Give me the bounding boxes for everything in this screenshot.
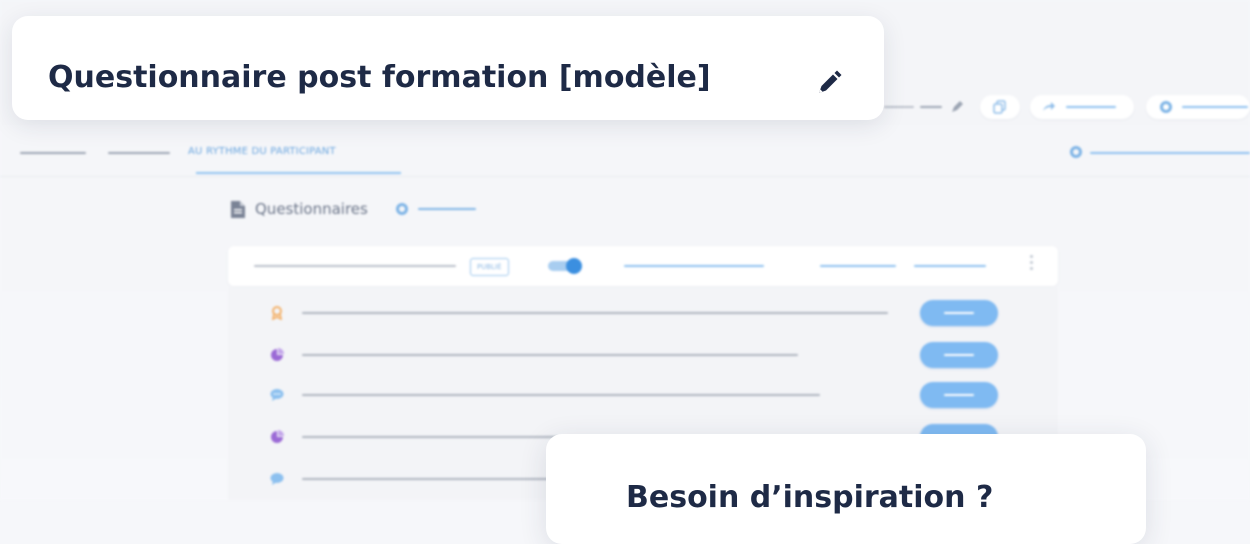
- placeholder-line: [302, 478, 562, 480]
- pencil-icon[interactable]: [950, 98, 964, 114]
- share-button[interactable]: [1030, 95, 1134, 119]
- award-icon: [271, 306, 283, 320]
- active-tab-indicator: [196, 172, 401, 174]
- list-item[interactable]: [262, 380, 1022, 410]
- status-badge: PUBLIÉ: [470, 258, 509, 276]
- list-item[interactable]: [262, 340, 1022, 370]
- placeholder-line[interactable]: [624, 265, 764, 267]
- copy-icon: [993, 100, 1006, 114]
- copy-button[interactable]: [980, 95, 1020, 119]
- placeholder-line: [884, 106, 914, 108]
- section-title: Questionnaires: [255, 200, 368, 218]
- publish-toggle[interactable]: [548, 258, 582, 274]
- inspiration-callout-card[interactable]: Besoin d’inspiration ?: [546, 434, 1146, 544]
- document-icon: [231, 200, 245, 218]
- placeholder-line[interactable]: [914, 265, 986, 267]
- placeholder-line[interactable]: [820, 265, 896, 267]
- row-action-button[interactable]: [920, 382, 998, 408]
- share-arrow-icon: [1043, 102, 1055, 111]
- tab-placeholder[interactable]: [108, 152, 170, 154]
- pie-chart-icon: [271, 348, 284, 361]
- tab-au-rythme-du-participant[interactable]: AU RYTHME DU PARTICIPANT: [188, 146, 336, 157]
- placeholder-line: [302, 354, 798, 356]
- title-card: Questionnaire post formation [modèle]: [12, 16, 884, 120]
- placeholder-line: [1090, 152, 1250, 154]
- placeholder-line: [417, 208, 476, 210]
- gear-icon[interactable]: [1070, 146, 1082, 158]
- list-item[interactable]: [262, 298, 1022, 328]
- tab-placeholder[interactable]: [20, 152, 86, 154]
- toggle-knob: [566, 258, 582, 274]
- page-title: Questionnaire post formation [modèle]: [48, 60, 711, 95]
- row-action-button[interactable]: [920, 300, 998, 326]
- settings-button[interactable]: [1146, 95, 1250, 119]
- chat-bubble-icon: [270, 473, 284, 485]
- section-header: Questionnaires: [231, 200, 476, 218]
- chat-bubble-icon: [270, 389, 284, 401]
- gear-icon: [1160, 101, 1172, 113]
- placeholder-line: [1066, 106, 1116, 108]
- inspiration-callout-text: Besoin d’inspiration ?: [626, 480, 994, 515]
- pencil-icon[interactable]: [814, 68, 844, 98]
- pie-chart-icon: [271, 430, 284, 443]
- placeholder-line: [1182, 106, 1248, 108]
- placeholder-line: [920, 106, 942, 108]
- gear-icon[interactable]: [395, 203, 408, 215]
- more-options-icon[interactable]: [1028, 252, 1034, 278]
- row-action-button[interactable]: [920, 342, 998, 368]
- placeholder-line: [254, 265, 456, 267]
- placeholder-line: [302, 394, 820, 396]
- placeholder-line: [302, 436, 562, 438]
- placeholder-line: [302, 312, 888, 314]
